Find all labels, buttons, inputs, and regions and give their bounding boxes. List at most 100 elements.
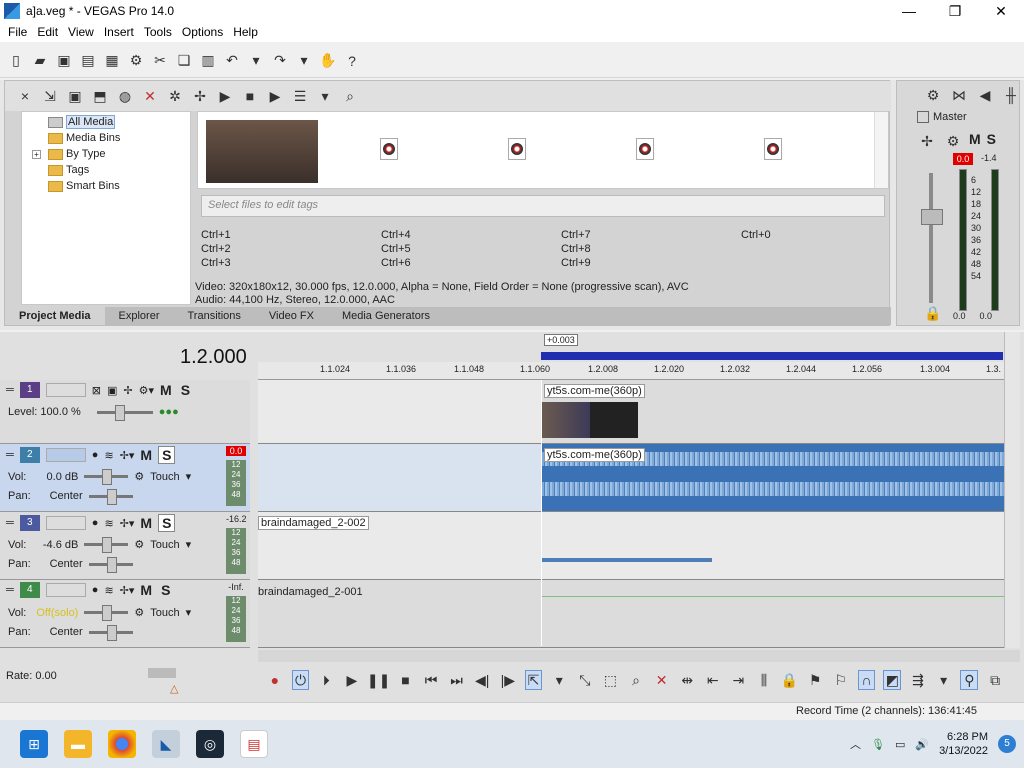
track-name-field[interactable] [45, 448, 86, 462]
save-as-icon[interactable]: ▤ [78, 51, 98, 71]
audio-file-thumbnail[interactable] [380, 138, 398, 160]
track-mute-button[interactable]: M [140, 447, 152, 463]
timeline-horizontal-scrollbar[interactable] [258, 650, 1020, 662]
arm-record-icon[interactable]: ● [92, 517, 99, 529]
document-app-icon[interactable]: ▤ [240, 730, 268, 758]
master-solo-button[interactable]: S [987, 131, 996, 151]
chevron-up-icon[interactable]: ︿ [850, 736, 861, 752]
minimize-button[interactable]: — [886, 0, 932, 22]
tree-item-media-bins[interactable]: Media Bins [26, 130, 186, 146]
master-fader-handle[interactable] [921, 209, 943, 225]
split-icon[interactable]: ⫼ [755, 670, 773, 690]
volume-slider[interactable] [84, 469, 129, 485]
master-fx-gear-icon[interactable]: ⚙ [923, 85, 943, 105]
search-icon[interactable]: ⌕ [340, 86, 360, 106]
lock-envelopes-icon[interactable]: ⚲ [960, 670, 979, 690]
tree-item-all-media[interactable]: All Media [26, 114, 186, 130]
pan-slider[interactable] [88, 624, 133, 641]
volume-slider[interactable] [84, 537, 129, 553]
web-media-icon[interactable]: ◍ [115, 86, 135, 106]
steam-icon[interactable]: ◎ [196, 730, 224, 758]
track-lane-3[interactable]: braindamaged_2-002 [258, 512, 1004, 580]
track-fx-icon[interactable]: ≋ [104, 584, 113, 597]
play-icon[interactable]: ▶ [343, 670, 361, 690]
zoom-tool-icon[interactable]: ⌕ [627, 670, 645, 690]
selection-tool-icon[interactable]: ⬚ [602, 670, 620, 690]
normal-edit-tool-icon[interactable]: ⇱ [524, 670, 543, 690]
audio-file-thumbnail[interactable] [764, 138, 782, 160]
network-icon[interactable]: ▭ [895, 738, 905, 751]
menu-tools[interactable]: Tools [139, 25, 177, 39]
expand-icon[interactable]: + [32, 149, 41, 159]
play-from-start-icon[interactable]: ⏵ [317, 670, 335, 690]
views-icon[interactable]: ☰ [290, 86, 310, 106]
master-mute-button[interactable]: M [969, 131, 981, 151]
redo-icon[interactable]: ↷ [270, 51, 290, 71]
cut-icon[interactable]: ✂ [150, 51, 170, 71]
play-preview-icon[interactable]: ▶ [215, 86, 235, 106]
go-to-start-icon[interactable]: ⏮ [422, 670, 440, 690]
track-motion-icon[interactable]: ▣ [107, 384, 117, 397]
track-solo-button[interactable]: S [178, 382, 193, 398]
auto-preview-icon[interactable]: ▶ [265, 86, 285, 106]
track-name-field[interactable] [45, 383, 86, 397]
new-file-icon[interactable]: ▯ [6, 51, 26, 71]
track-gear-icon[interactable]: ⚙▾ [139, 384, 154, 397]
master-collapse-icon[interactable] [917, 111, 929, 123]
time-ruler[interactable]: 1.1.024 1.1.036 1.1.048 1.1.060 1.2.008 … [258, 362, 1004, 380]
track-collapse-icon[interactable]: ═ [6, 449, 14, 461]
track-mute-button[interactable]: M [160, 382, 172, 398]
playhead-cursor[interactable] [541, 380, 542, 646]
automation-mode[interactable]: Touch [150, 607, 179, 619]
track-name-field[interactable] [45, 516, 86, 530]
tab-explorer[interactable]: Explorer [105, 307, 174, 325]
track-fx-icon[interactable]: ≋ [104, 449, 113, 462]
previous-frame-icon[interactable]: ◀| [473, 670, 491, 690]
track-header-1[interactable]: ═ 1 ⊠ ▣ ✢ ⚙▾ M S Level: 100.0 % ●●● [0, 380, 250, 444]
trim-icon[interactable]: ⇹ [678, 670, 696, 690]
arm-record-icon[interactable]: ● [92, 449, 99, 461]
chevron-down-icon[interactable]: ▾ [186, 470, 192, 483]
audio-file-thumbnail[interactable] [636, 138, 654, 160]
track-name-field[interactable] [45, 583, 86, 597]
track-collapse-icon[interactable]: ═ [6, 384, 14, 396]
master-pan-icon[interactable]: ✢ [917, 131, 937, 151]
tree-item-tags[interactable]: Tags [26, 162, 186, 178]
automation-mode[interactable]: Touch [150, 539, 179, 551]
go-to-end-icon[interactable]: ⏭ [448, 670, 466, 690]
thumbnails-scrollbar[interactable] [874, 112, 888, 188]
loop-region-bar[interactable] [541, 352, 1003, 360]
ripple-dropdown-icon[interactable]: ▾ [935, 670, 953, 690]
track-mute-button[interactable]: M [140, 515, 152, 531]
tab-transitions[interactable]: Transitions [174, 307, 255, 325]
copy-icon[interactable]: ❏ [174, 51, 194, 71]
auto-ripple-icon[interactable]: ⇶ [909, 670, 927, 690]
tab-video-fx[interactable]: Video FX [255, 307, 328, 325]
insert-region-icon[interactable]: ⚐ [832, 670, 850, 690]
pan-slider[interactable] [88, 488, 133, 505]
insert-marker-icon[interactable]: ⚑ [806, 670, 824, 690]
maximize-button[interactable]: ❐ [932, 0, 978, 22]
stop-preview-icon[interactable]: ■ [240, 86, 260, 106]
master-fader-track[interactable] [929, 173, 933, 303]
trim-end-icon[interactable]: ⇥ [730, 670, 748, 690]
clock[interactable]: 6:28 PM 3/13/2022 [939, 730, 988, 758]
chevron-down-icon[interactable]: ▾ [186, 538, 192, 551]
master-gear-icon[interactable]: ⚙ [943, 131, 963, 151]
close-button[interactable]: ✕ [978, 0, 1024, 22]
tab-project-media[interactable]: Project Media [5, 307, 105, 325]
track-motion-icon[interactable]: ✢▾ [120, 517, 135, 530]
arm-record-icon[interactable]: ● [92, 584, 99, 596]
track-motion-icon[interactable]: ✢▾ [120, 584, 135, 597]
pause-icon[interactable]: ❚❚ [367, 670, 390, 690]
chrome-icon[interactable] [108, 730, 136, 758]
master-speaker-icon[interactable]: ◀ [975, 85, 995, 105]
edit-tool-dropdown-icon[interactable]: ▾ [550, 670, 568, 690]
menu-insert[interactable]: Insert [99, 25, 139, 39]
get-media-icon[interactable]: ⬒ [90, 86, 110, 106]
loop-playback-icon[interactable]: ⏻ [291, 670, 310, 690]
audio-event[interactable]: yt5s.com-me(360p) [542, 444, 1004, 511]
ignore-grouping-icon[interactable]: ⧉ [986, 670, 1004, 690]
audio-file-thumbnail[interactable] [508, 138, 526, 160]
track-header-4[interactable]: ═ 4 ● ≋ ✢▾ M S -Inf. 12 24 36 48 Vol: Of… [0, 580, 250, 648]
